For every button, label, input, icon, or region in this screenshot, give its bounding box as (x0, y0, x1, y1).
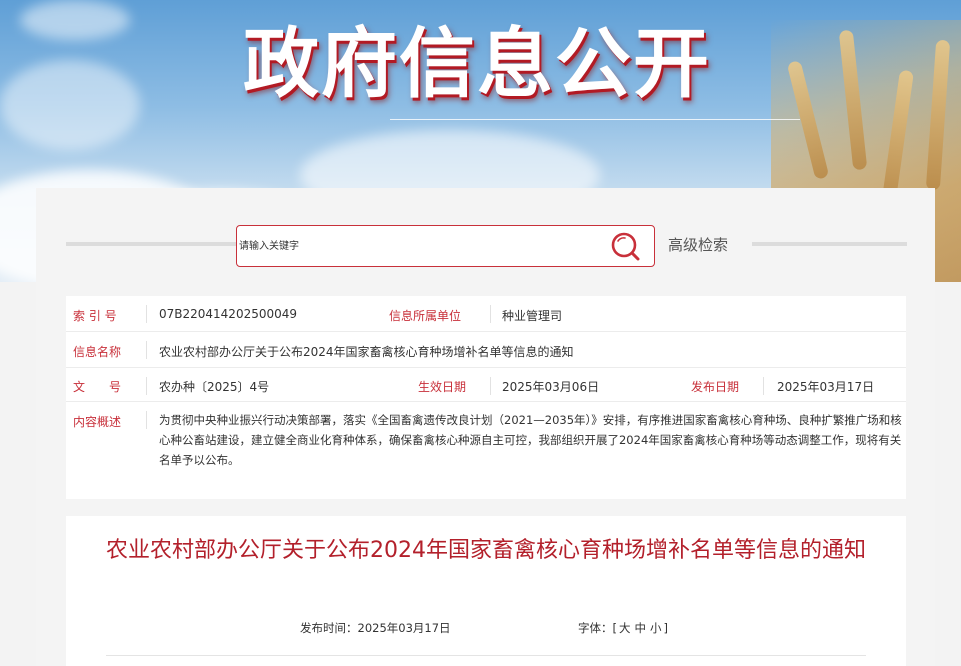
name-value: 农业农村部办公厅关于公布2024年国家畜禽核心育种场增补名单等信息的通知 (159, 345, 574, 359)
font-bracket-open: [ (612, 621, 618, 635)
summary-value: 为贯彻中央种业振兴行动决策部署，落实《全国畜禽遗传改良计划（2021—2035年… (159, 413, 902, 467)
cell-divider (490, 377, 491, 395)
banner-divider (390, 119, 800, 120)
effective-date-label: 生效日期 (418, 380, 467, 394)
name-label: 信息名称 (73, 345, 122, 359)
table-row-index: 索 引 号 07B220414202500049 信息所属单位 种业管理司 (66, 296, 906, 332)
search-input[interactable] (237, 226, 597, 266)
article-divider (106, 655, 866, 656)
unit-label: 信息所属单位 (389, 309, 462, 323)
cell-divider (146, 377, 147, 395)
divider-right (752, 242, 907, 246)
cloud-decoration (0, 60, 140, 150)
font-size-label: 字体： (578, 621, 613, 635)
doc-number-value: 农办种〔2025〕4号 (159, 380, 270, 394)
publish-time: 发布时间：2025年03月17日 (300, 620, 451, 636)
publish-date-label: 发布日期 (691, 380, 740, 394)
font-medium-button[interactable]: 中 (635, 621, 647, 635)
font-size-control: 字体：[大中小] (578, 620, 668, 636)
cloud-decoration (20, 0, 130, 40)
cell-divider (146, 341, 147, 359)
unit-value: 种业管理司 (502, 309, 563, 323)
cell-divider (146, 411, 147, 429)
publish-time-label: 发布时间： (300, 621, 358, 635)
search-box (236, 225, 655, 267)
font-large-button[interactable]: 大 (619, 621, 631, 635)
banner-title: 政府信息公开 (243, 19, 711, 108)
cell-divider (490, 305, 491, 323)
cell-divider (146, 305, 147, 323)
publish-date-value: 2025年03月17日 (777, 380, 875, 394)
doc-number-label: 文 号 (73, 380, 122, 394)
table-row-doc: 文 号 农办种〔2025〕4号 生效日期 2025年03月06日 发布日期 20… (66, 368, 906, 402)
effective-date-value: 2025年03月06日 (502, 380, 600, 394)
table-row-name: 信息名称 农业农村部办公厅关于公布2024年国家畜禽核心育种场增补名单等信息的通… (66, 332, 906, 368)
font-small-button[interactable]: 小 (650, 621, 662, 635)
advanced-search-link[interactable]: 高级检索 (668, 234, 728, 255)
article: 农业农村部办公厅关于公布2024年国家畜禽核心育种场增补名单等信息的通知 发布时… (66, 516, 906, 666)
font-bracket-close: ] (663, 621, 669, 635)
table-row-summary: 内容概述 为贯彻中央种业振兴行动决策部署，落实《全国畜禽遗传改良计划（2021—… (66, 402, 906, 499)
summary-label: 内容概述 (73, 415, 122, 429)
publish-time-value: 2025年03月17日 (357, 621, 451, 635)
search-icon (611, 232, 640, 261)
divider-left (66, 242, 252, 246)
index-value: 07B220414202500049 (159, 307, 298, 321)
info-table: 索 引 号 07B220414202500049 信息所属单位 种业管理司 信息… (66, 296, 906, 499)
article-title: 农业农村部办公厅关于公布2024年国家畜禽核心育种场增补名单等信息的通知 (106, 538, 866, 563)
index-label: 索 引 号 (73, 309, 117, 323)
cell-divider (763, 377, 764, 395)
search-button[interactable] (606, 229, 648, 263)
